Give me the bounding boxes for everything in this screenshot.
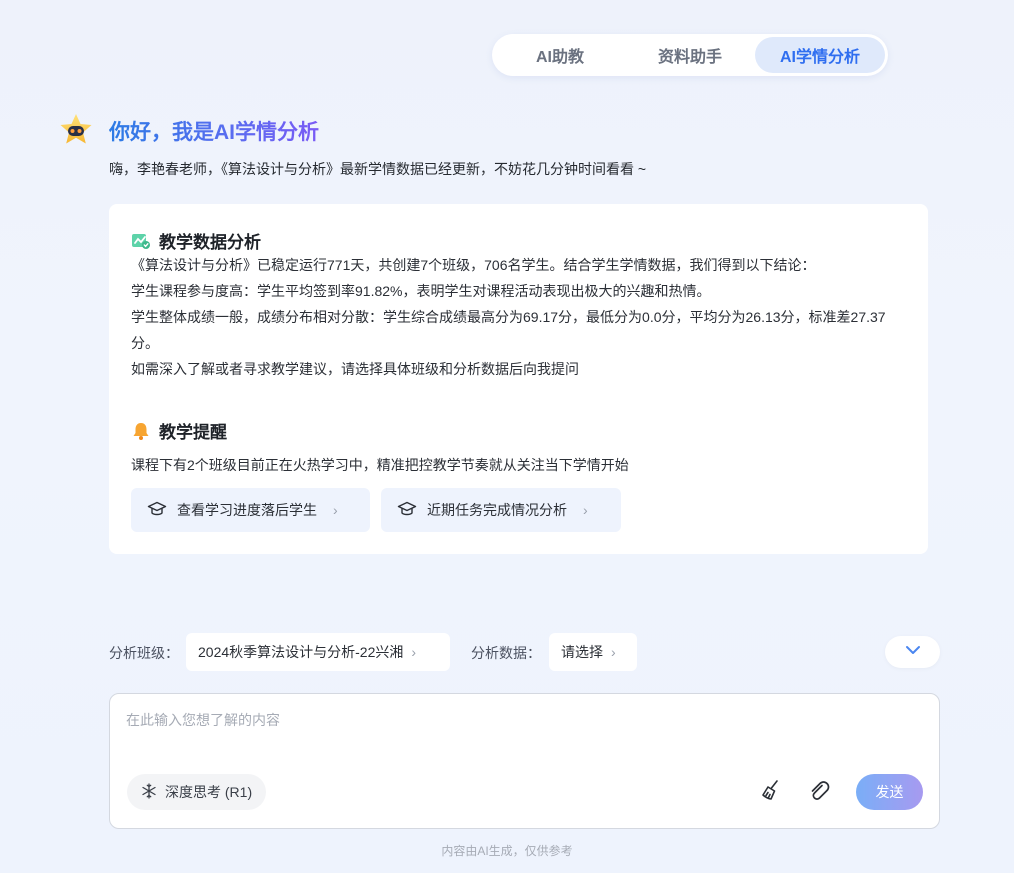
greeting-title: 你好，我是AI学情分析 — [109, 116, 319, 146]
reminder-heading: 教学提醒 — [131, 418, 227, 443]
analysis-line: 如需深入了解或者寻求教学建议，请选择具体班级和分析数据后向我提问 — [131, 361, 579, 377]
ai-disclaimer: 内容由AI生成，仅供参考 — [441, 844, 573, 858]
snowflake-icon — [141, 782, 157, 802]
star-robot-avatar-icon — [58, 112, 94, 148]
task-completion-chip[interactable]: 近期任务完成情况分析 › — [381, 488, 621, 532]
analysis-heading: 教学数据分析 — [131, 228, 261, 253]
deep-think-button[interactable]: 深度思考 (R1) — [127, 774, 267, 810]
mode-tabs: AI助教 资料助手 AI学情分析 — [492, 34, 888, 76]
chat-input-box: 深度思考 (R1) 发送 — [109, 693, 940, 829]
data-selector[interactable]: 请选择 › — [549, 633, 637, 671]
collapse-button[interactable] — [885, 636, 940, 668]
chevron-right-icon: › — [333, 502, 338, 518]
tab-ai-assistant[interactable]: AI助教 — [495, 37, 625, 73]
class-selector[interactable]: 2024秋季算法设计与分析-22兴湘 › — [186, 633, 450, 671]
chevron-right-icon: › — [611, 644, 616, 660]
data-selector-label: 分析数据： — [471, 645, 541, 661]
attachment-icon[interactable] — [806, 778, 832, 804]
behind-students-chip[interactable]: 查看学习进度落后学生 › — [131, 488, 370, 532]
chevron-down-icon — [904, 643, 922, 661]
send-button[interactable]: 发送 — [856, 774, 923, 810]
chevron-right-icon: › — [583, 502, 588, 518]
bell-icon — [131, 421, 151, 441]
analysis-line: 《算法设计与分析》已稳定运行771天，共创建7个班级，706名学生。结合学生学情… — [131, 257, 816, 273]
analysis-body: 《算法设计与分析》已稳定运行771天，共创建7个班级，706名学生。结合学生学情… — [131, 252, 906, 382]
chart-analysis-icon — [131, 231, 151, 251]
reminder-text: 课程下有2个班级目前正在火热学习中，精准把控教学节奏就从关注当下学情开始 — [131, 457, 629, 473]
greeting-subtitle: 嗨，李艳春老师，《算法设计与分析》最新学情数据已经更新，不妨花几分钟时间看看 ~ — [109, 161, 647, 177]
broom-clear-icon[interactable] — [758, 778, 784, 804]
analysis-line: 学生课程参与度高：学生平均签到率91.82%，表明学生对课程活动表现出极大的兴趣… — [131, 283, 711, 299]
class-selector-label: 分析班级： — [109, 645, 179, 661]
chevron-right-icon: › — [411, 644, 417, 660]
tab-learning-analysis[interactable]: AI学情分析 — [755, 37, 885, 73]
analysis-line: 学生整体成绩一般，成绩分布相对分散：学生综合成绩最高分为69.17分，最低分为0… — [131, 309, 886, 351]
graduation-cap-icon — [147, 499, 167, 522]
analysis-card: 教学数据分析 《算法设计与分析》已稳定运行771天，共创建7个班级，706名学生… — [109, 204, 928, 554]
graduation-cap-icon — [397, 499, 417, 522]
question-input[interactable] — [126, 710, 916, 760]
tab-material-assistant[interactable]: 资料助手 — [625, 37, 755, 73]
